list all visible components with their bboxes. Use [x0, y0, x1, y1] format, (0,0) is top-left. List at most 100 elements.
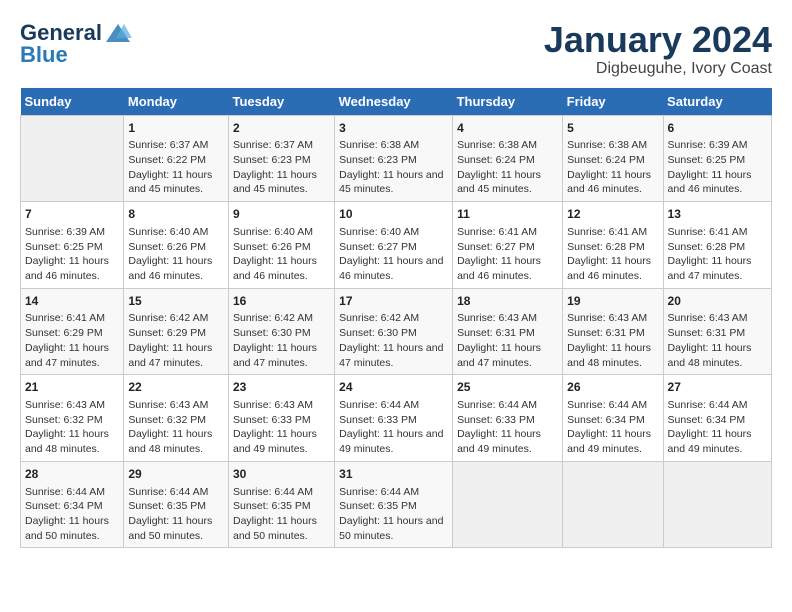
day-info: Sunrise: 6:43 AMSunset: 6:31 PMDaylight:… [567, 311, 658, 370]
day-number: 27 [668, 379, 767, 396]
day-info: Sunrise: 6:37 AMSunset: 6:22 PMDaylight:… [128, 138, 224, 197]
page-header: General Blue January 2024 Digbeuguhe, Iv… [20, 20, 772, 78]
day-number: 28 [25, 466, 119, 483]
title-block: January 2024 Digbeuguhe, Ivory Coast [544, 20, 772, 78]
day-number: 16 [233, 293, 330, 310]
calendar-cell: 21Sunrise: 6:43 AMSunset: 6:32 PMDayligh… [21, 375, 124, 462]
calendar-cell: 13Sunrise: 6:41 AMSunset: 6:28 PMDayligh… [663, 202, 771, 289]
day-number: 15 [128, 293, 224, 310]
calendar-cell: 3Sunrise: 6:38 AMSunset: 6:23 PMDaylight… [335, 115, 453, 202]
calendar-cell: 28 Sunrise: 6:44 AMSunset: 6:34 PMDayligh… [21, 461, 124, 548]
day-number: 5 [567, 120, 658, 137]
day-number: 18 [457, 293, 558, 310]
calendar-cell: 30 Sunrise: 6:44 AMSunset: 6:35 PMDayligh… [228, 461, 334, 548]
day-info: Sunrise: 6:41 AMSunset: 6:28 PMDaylight:… [567, 225, 658, 284]
day-number: 26 [567, 379, 658, 396]
day-number: 22 [128, 379, 224, 396]
calendar-cell: 20Sunrise: 6:43 AMSunset: 6:31 PMDayligh… [663, 288, 771, 375]
calendar-cell [21, 115, 124, 202]
calendar-cell [453, 461, 563, 548]
day-number: 4 [457, 120, 558, 137]
day-info: Sunrise: 6:40 AMSunset: 6:27 PMDaylight:… [339, 225, 448, 284]
day-number: 1 [128, 120, 224, 137]
calendar-cell: 9 Sunrise: 6:40 AMSunset: 6:26 PMDaylight… [228, 202, 334, 289]
day-number: 20 [668, 293, 767, 310]
day-info: Sunrise: 6:44 AMSunset: 6:33 PMDaylight:… [457, 398, 558, 457]
calendar-cell: 26Sunrise: 6:44 AMSunset: 6:34 PMDayligh… [563, 375, 663, 462]
calendar-cell: 6Sunrise: 6:39 AMSunset: 6:25 PMDaylight… [663, 115, 771, 202]
day-number: 29 [128, 466, 224, 483]
calendar-cell [563, 461, 663, 548]
weekday-header-saturday: Saturday [663, 88, 771, 116]
day-number: 14 [25, 293, 119, 310]
logo: General Blue [20, 20, 132, 68]
day-number: 24 [339, 379, 448, 396]
calendar-week-4: 21Sunrise: 6:43 AMSunset: 6:32 PMDayligh… [21, 375, 772, 462]
day-info: Sunrise: 6:42 AMSunset: 6:30 PMDaylight:… [339, 311, 448, 370]
calendar-cell: 17Sunrise: 6:42 AMSunset: 6:30 PMDayligh… [335, 288, 453, 375]
calendar-cell: 14Sunrise: 6:41 AMSunset: 6:29 PMDayligh… [21, 288, 124, 375]
day-number: 2 [233, 120, 330, 137]
day-info: Sunrise: 6:43 AMSunset: 6:32 PMDaylight:… [128, 398, 224, 457]
calendar-cell: 4Sunrise: 6:38 AMSunset: 6:24 PMDaylight… [453, 115, 563, 202]
calendar-cell: 19Sunrise: 6:43 AMSunset: 6:31 PMDayligh… [563, 288, 663, 375]
calendar-cell: 15Sunrise: 6:42 AMSunset: 6:29 PMDayligh… [124, 288, 229, 375]
day-info: Sunrise: 6:44 AMSunset: 6:33 PMDaylight:… [339, 398, 448, 457]
page-title: January 2024 [544, 20, 772, 60]
day-info: Sunrise: 6:38 AMSunset: 6:24 PMDaylight:… [567, 138, 658, 197]
day-number: 31 [339, 466, 448, 483]
day-info: Sunrise: 6:44 AMSunset: 6:35 PMDaylight:… [128, 485, 224, 544]
weekday-header-row: SundayMondayTuesdayWednesdayThursdayFrid… [21, 88, 772, 116]
day-number: 8 [128, 206, 224, 223]
calendar-cell: 5Sunrise: 6:38 AMSunset: 6:24 PMDaylight… [563, 115, 663, 202]
calendar-table: SundayMondayTuesdayWednesdayThursdayFrid… [20, 88, 772, 549]
calendar-cell: 8 Sunrise: 6:40 AMSunset: 6:26 PMDaylight… [124, 202, 229, 289]
day-info: Sunrise: 6:44 AMSunset: 6:35 PMDaylight:… [339, 485, 448, 544]
weekday-header-sunday: Sunday [21, 88, 124, 116]
day-info: Sunrise: 6:41 AMSunset: 6:29 PMDaylight:… [25, 311, 119, 370]
day-number: 19 [567, 293, 658, 310]
day-number: 3 [339, 120, 448, 137]
day-info: Sunrise: 6:37 AMSunset: 6:23 PMDaylight:… [233, 138, 330, 197]
calendar-cell: 23Sunrise: 6:43 AMSunset: 6:33 PMDayligh… [228, 375, 334, 462]
day-info: Sunrise: 6:43 AMSunset: 6:31 PMDaylight:… [668, 311, 767, 370]
day-info: Sunrise: 6:44 AMSunset: 6:35 PMDaylight:… [233, 485, 330, 544]
logo-icon [104, 22, 132, 44]
weekday-header-monday: Monday [124, 88, 229, 116]
day-info: Sunrise: 6:40 AMSunset: 6:26 PMDaylight:… [128, 225, 224, 284]
weekday-header-friday: Friday [563, 88, 663, 116]
calendar-cell: 24 Sunrise: 6:44 AMSunset: 6:33 PMDayligh… [335, 375, 453, 462]
calendar-cell: 7Sunrise: 6:39 AMSunset: 6:25 PMDaylight… [21, 202, 124, 289]
day-number: 25 [457, 379, 558, 396]
day-number: 12 [567, 206, 658, 223]
calendar-cell [663, 461, 771, 548]
day-number: 17 [339, 293, 448, 310]
calendar-cell: 27 Sunrise: 6:44 AMSunset: 6:34 PMDayligh… [663, 375, 771, 462]
calendar-week-5: 28 Sunrise: 6:44 AMSunset: 6:34 PMDayligh… [21, 461, 772, 548]
day-info: Sunrise: 6:41 AMSunset: 6:28 PMDaylight:… [668, 225, 767, 284]
calendar-cell: 10Sunrise: 6:40 AMSunset: 6:27 PMDayligh… [335, 202, 453, 289]
page-subtitle: Digbeuguhe, Ivory Coast [544, 60, 772, 78]
day-info: Sunrise: 6:41 AMSunset: 6:27 PMDaylight:… [457, 225, 558, 284]
weekday-header-tuesday: Tuesday [228, 88, 334, 116]
day-info: Sunrise: 6:42 AMSunset: 6:29 PMDaylight:… [128, 311, 224, 370]
day-number: 6 [668, 120, 767, 137]
day-number: 30 [233, 466, 330, 483]
weekday-header-thursday: Thursday [453, 88, 563, 116]
day-number: 9 [233, 206, 330, 223]
day-info: Sunrise: 6:40 AMSunset: 6:26 PMDaylight:… [233, 225, 330, 284]
day-info: Sunrise: 6:44 AMSunset: 6:34 PMDaylight:… [25, 485, 119, 544]
calendar-cell: 2Sunrise: 6:37 AMSunset: 6:23 PMDaylight… [228, 115, 334, 202]
day-info: Sunrise: 6:42 AMSunset: 6:30 PMDaylight:… [233, 311, 330, 370]
calendar-week-1: 1Sunrise: 6:37 AMSunset: 6:22 PMDaylight… [21, 115, 772, 202]
day-number: 23 [233, 379, 330, 396]
day-info: Sunrise: 6:44 AMSunset: 6:34 PMDaylight:… [668, 398, 767, 457]
day-number: 11 [457, 206, 558, 223]
calendar-cell: 18Sunrise: 6:43 AMSunset: 6:31 PMDayligh… [453, 288, 563, 375]
day-info: Sunrise: 6:38 AMSunset: 6:24 PMDaylight:… [457, 138, 558, 197]
calendar-cell: 31 Sunrise: 6:44 AMSunset: 6:35 PMDayligh… [335, 461, 453, 548]
day-info: Sunrise: 6:43 AMSunset: 6:31 PMDaylight:… [457, 311, 558, 370]
calendar-cell: 22 Sunrise: 6:43 AMSunset: 6:32 PMDayligh… [124, 375, 229, 462]
weekday-header-wednesday: Wednesday [335, 88, 453, 116]
day-info: Sunrise: 6:39 AMSunset: 6:25 PMDaylight:… [25, 225, 119, 284]
